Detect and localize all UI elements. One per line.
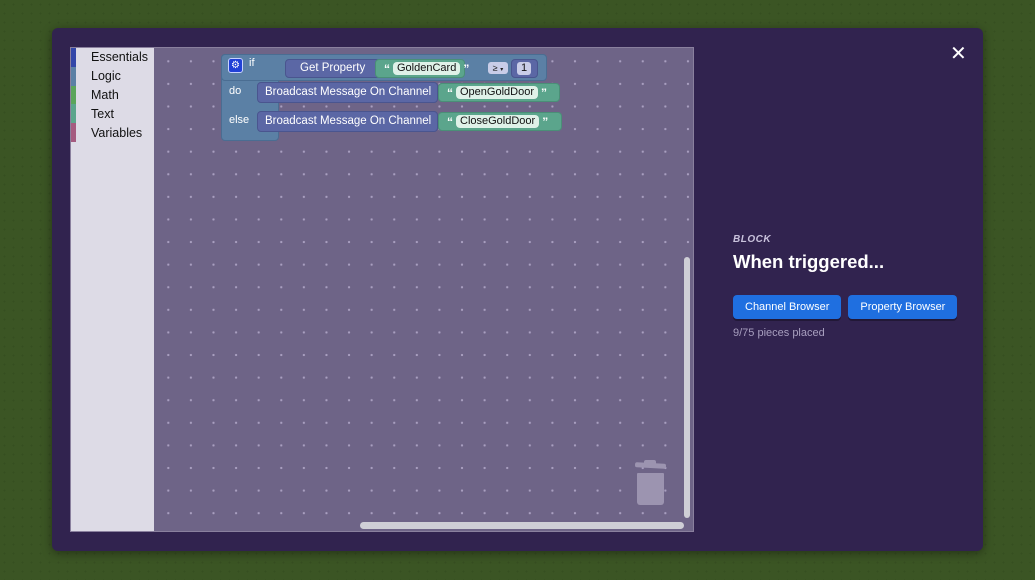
operator-value: ≥ xyxy=(492,63,498,73)
property-name-field[interactable]: GoldenCard xyxy=(393,62,461,75)
category-color-swatch xyxy=(71,104,76,124)
chevron-down-icon: ▾ xyxy=(500,67,504,73)
block-eyebrow: BLOCK xyxy=(733,234,772,245)
vertical-scrollbar[interactable] xyxy=(684,257,690,518)
toolbox-item-math[interactable]: Math xyxy=(71,85,154,105)
trash-body xyxy=(637,473,664,505)
do-keyword: do xyxy=(229,85,242,97)
toolbox-item-label: Essentials xyxy=(91,50,148,65)
block-info-panel: BLOCK When triggered... Channel Browser … xyxy=(733,234,973,339)
open-quote-icon: “ xyxy=(384,61,390,76)
toolbox: Essentials Logic Math Text Variables xyxy=(71,48,154,531)
open-quote-icon: “ xyxy=(447,85,453,100)
toolbox-item-text[interactable]: Text xyxy=(71,104,154,124)
operator-dropdown[interactable]: ≥ ▾ xyxy=(488,62,508,74)
else-channel-string-block[interactable]: “ CloseGoldDoor ” xyxy=(438,112,562,131)
else-channel-field[interactable]: CloseGoldDoor xyxy=(456,115,540,128)
close-icon[interactable]: ✕ xyxy=(950,44,967,64)
do-channel-string-block[interactable]: “ OpenGoldDoor ” xyxy=(438,83,560,102)
trash-can-icon[interactable] xyxy=(634,460,667,505)
block-editor-modal: Essentials Logic Math Text Variables ⚙ i… xyxy=(52,28,983,551)
open-quote-icon: “ xyxy=(447,114,453,129)
if-keyword: if xyxy=(249,57,255,69)
blockly-workspace[interactable]: Essentials Logic Math Text Variables ⚙ i… xyxy=(70,47,694,532)
toolbox-item-label: Math xyxy=(91,87,119,102)
trash-lid xyxy=(634,462,667,469)
category-color-swatch xyxy=(71,85,76,105)
category-color-swatch xyxy=(71,66,76,86)
toolbox-item-label: Variables xyxy=(91,125,143,140)
gear-icon[interactable]: ⚙ xyxy=(228,58,243,73)
toolbox-item-label: Logic xyxy=(91,69,121,84)
block-title: When triggered... xyxy=(733,251,885,272)
workspace-canvas[interactable]: ⚙ if do else Get Property “ GoldenCard ”… xyxy=(154,48,693,531)
category-color-swatch xyxy=(71,123,76,142)
close-quote-icon: ” xyxy=(463,61,470,76)
toolbox-item-logic[interactable]: Logic xyxy=(71,66,154,86)
toolbox-item-variables[interactable]: Variables xyxy=(71,123,154,142)
close-quote-icon: ” xyxy=(542,114,549,129)
pieces-placed-status: 9/75 pieces placed xyxy=(733,327,825,339)
horizontal-scrollbar[interactable] xyxy=(360,522,684,529)
property-browser-button[interactable]: Property Browser xyxy=(848,295,958,319)
toolbox-item-essentials[interactable]: Essentials xyxy=(71,48,154,67)
broadcast-block-else[interactable]: Broadcast Message On Channel xyxy=(257,111,438,132)
toolbox-item-label: Text xyxy=(91,106,114,121)
close-quote-icon: ” xyxy=(541,85,547,100)
channel-browser-button[interactable]: Channel Browser xyxy=(733,295,842,319)
number-field[interactable]: 1 xyxy=(517,62,531,75)
number-block[interactable]: 1 xyxy=(511,59,538,78)
property-name-string-block[interactable]: “ GoldenCard ” xyxy=(375,59,469,78)
browser-buttons: Channel Browser Property Browser xyxy=(733,295,973,319)
broadcast-block-do[interactable]: Broadcast Message On Channel xyxy=(257,82,438,103)
else-keyword: else xyxy=(229,114,250,126)
do-channel-field[interactable]: OpenGoldDoor xyxy=(456,86,538,99)
category-color-swatch xyxy=(71,48,76,67)
get-property-block[interactable]: Get Property xyxy=(285,59,381,78)
